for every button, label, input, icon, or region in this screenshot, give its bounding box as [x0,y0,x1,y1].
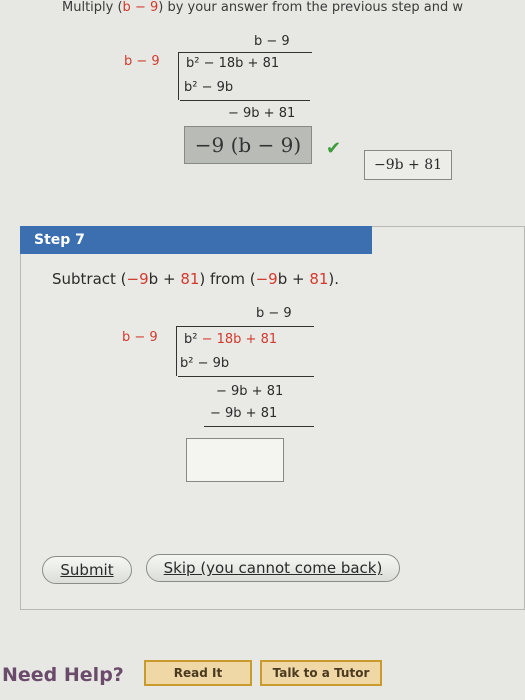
subtraction-line-2: − 9b + 81 [210,406,278,421]
prev-division-bar [178,52,312,53]
need-help-label: Need Help? [2,664,124,686]
division-bracket [176,326,177,376]
remainder-line: − 9b + 81 [216,384,284,399]
divisor: b − 9 [122,330,158,345]
subtraction-line-1: b² − 9b [180,356,230,371]
instruction-header: Multiply (b − 9) by your answer from the… [62,0,464,15]
prev-division-bracket [178,52,179,100]
prev-sub-rule [180,100,310,101]
prev-answer-field: −9 (b − 9) [184,126,312,164]
prev-dividend: b² − 18b + 81 [186,56,280,71]
prev-quotient: b − 9 [254,34,290,49]
prev-subtraction-line: b² − 9b [184,80,234,95]
step-instruction: Subtract (−9b + 81) from (−9b + 81). [52,270,340,288]
step-title: Step 7 [20,226,372,254]
division-bar [176,326,314,327]
prev-remainder: − 9b + 81 [228,106,296,121]
answer-input[interactable] [186,438,284,482]
correct-answer-box: −9b + 81 [364,150,452,180]
read-it-button[interactable]: Read It [144,660,252,686]
prev-divisor: b − 9 [124,54,160,69]
dividend: b² − 18b + 81 [184,332,278,347]
quotient: b − 9 [256,306,292,321]
skip-button[interactable]: Skip (you cannot come back) [146,554,400,582]
sub-rule-2 [204,426,314,427]
submit-button[interactable]: Submit [42,556,132,584]
talk-to-tutor-button[interactable]: Talk to a Tutor [260,660,382,686]
sub-rule-1 [178,376,314,377]
check-icon: ✔ [326,138,342,159]
